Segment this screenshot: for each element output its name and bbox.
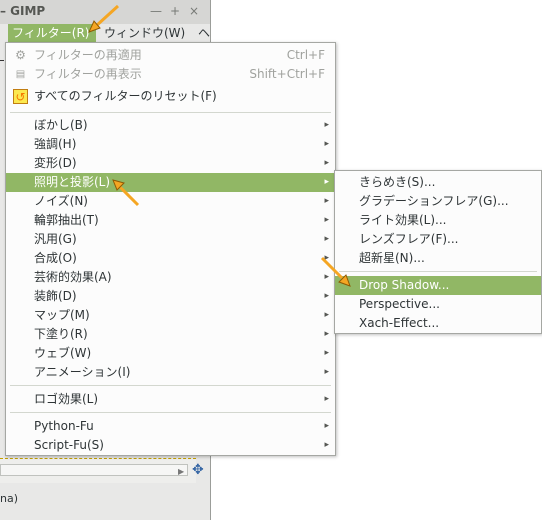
canvas-edge [0, 60, 4, 61]
submenu-arrow-icon: ▸ [324, 120, 329, 130]
menu-item-supernova[interactable]: 超新星(N)... [335, 249, 541, 268]
menu-overflow[interactable]: ヘ [194, 24, 214, 42]
menu-item-animation[interactable]: アニメーション(I) ▸ [6, 363, 335, 382]
menu-separator [339, 271, 537, 272]
horizontal-scrollbar[interactable] [0, 464, 188, 476]
menu-item-enhance[interactable]: 強調(H) ▸ [6, 135, 335, 154]
submenu-arrow-icon: ▸ [324, 440, 329, 450]
minimize-icon[interactable]: — [150, 4, 162, 18]
menu-item-light-shadow[interactable]: 照明と投影(L) ▸ [6, 173, 335, 192]
menu-item-edge-detect[interactable]: 輪郭抽出(T) ▸ [6, 211, 335, 230]
submenu-arrow-icon: ▸ [324, 421, 329, 431]
menu-item-script-fu[interactable]: Script-Fu(S) ▸ [6, 436, 335, 455]
menu-item-lens-flare[interactable]: レンズフレア(F)... [335, 230, 541, 249]
menu-item-blur[interactable]: ぼかし(B) ▸ [6, 116, 335, 135]
window-title: – GIMP [0, 4, 46, 18]
annotation-arrow-icon [88, 4, 120, 33]
light-shadow-submenu: きらめき(S)... グラデーションフレア(G)... ライト効果(L)... … [334, 170, 542, 334]
menu-item-alpha-to-logo[interactable]: ロゴ効果(L) ▸ [6, 390, 335, 409]
submenu-arrow-icon: ▸ [324, 310, 329, 320]
submenu-arrow-icon: ▸ [324, 139, 329, 149]
menu-separator [10, 112, 331, 113]
menu-item-noise[interactable]: ノイズ(N) ▸ [6, 192, 335, 211]
submenu-arrow-icon: ▸ [324, 158, 329, 168]
menu-item-python-fu[interactable]: Python-Fu ▸ [6, 417, 335, 436]
menu-separator [10, 385, 331, 386]
navigate-icon[interactable]: ✥ [192, 462, 204, 478]
submenu-arrow-icon: ▸ [324, 177, 329, 187]
menu-filters[interactable]: フィルター(R) [8, 24, 96, 42]
menu-item-web[interactable]: ウェブ(W) ▸ [6, 344, 335, 363]
menu-item-generic[interactable]: 汎用(G) ▸ [6, 230, 335, 249]
submenu-arrow-icon: ▸ [324, 348, 329, 358]
menu-item-map[interactable]: マップ(M) ▸ [6, 306, 335, 325]
annotation-arrow-icon [320, 256, 351, 287]
menu-item-perspective[interactable]: Perspective... [335, 295, 541, 314]
status-text: na) [0, 492, 19, 505]
filters-menu: ⚙ フィルターの再適用 Ctrl+F ▤ フィルターの再表示 Shift+Ctr… [5, 42, 336, 456]
menu-item-artistic[interactable]: 芸術的効果(A) ▸ [6, 268, 335, 287]
history-icon: ▤ [15, 69, 26, 80]
submenu-arrow-icon: ▸ [324, 215, 329, 225]
menu-separator [10, 412, 331, 413]
submenu-arrow-icon: ▸ [324, 329, 329, 339]
submenu-arrow-icon: ▸ [324, 291, 329, 301]
annotation-arrow-icon [112, 179, 140, 207]
gear-icon: ⚙ [15, 48, 26, 62]
menu-item-gradient-flare[interactable]: グラデーションフレア(G)... [335, 192, 541, 211]
scroll-right-arrow-icon[interactable]: ▶ [178, 467, 184, 476]
menu-item-reset-filters[interactable]: ↺ すべてのフィルターのリセット(F) [6, 87, 335, 106]
close-icon[interactable]: × [188, 4, 200, 18]
menu-item-xach-effect[interactable]: Xach-Effect... [335, 314, 541, 333]
menu-item-render[interactable]: 下塗り(R) ▸ [6, 325, 335, 344]
menu-item-distorts[interactable]: 変形(D) ▸ [6, 154, 335, 173]
menu-item-repeat-filter: ⚙ フィルターの再適用 Ctrl+F [6, 46, 335, 65]
menu-item-decor[interactable]: 装飾(D) ▸ [6, 287, 335, 306]
submenu-arrow-icon: ▸ [324, 196, 329, 206]
menu-item-sparkle[interactable]: きらめき(S)... [335, 173, 541, 192]
submenu-arrow-icon: ▸ [324, 367, 329, 377]
menu-item-reshow-filter: ▤ フィルターの再表示 Shift+Ctrl+F [6, 65, 335, 84]
submenu-arrow-icon: ▸ [324, 394, 329, 404]
maximize-icon[interactable]: + [169, 4, 181, 18]
menu-item-combine[interactable]: 合成(O) ▸ [6, 249, 335, 268]
menu-item-lighting-effects[interactable]: ライト効果(L)... [335, 211, 541, 230]
reset-icon: ↺ [13, 89, 28, 104]
submenu-arrow-icon: ▸ [324, 234, 329, 244]
menu-item-drop-shadow[interactable]: Drop Shadow... [335, 276, 541, 295]
